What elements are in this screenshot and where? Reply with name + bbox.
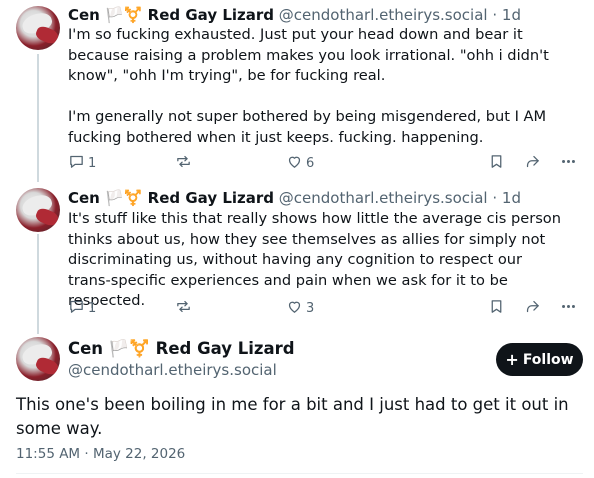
post-header: Cen 🏳️⚧️ Red Gay Lizard @cendotharl.ethe… bbox=[68, 5, 521, 25]
post-header: Cen 🏳️⚧️ Red Gay Lizard @cendotharl.ethe… bbox=[68, 188, 521, 208]
thread-line bbox=[37, 234, 39, 334]
reply-icon bbox=[68, 298, 85, 319]
main-author-name-wrap: Cen 🏳️⚧️ Red Gay Lizard bbox=[68, 338, 295, 360]
favorite-icon bbox=[286, 153, 303, 174]
author-name[interactable]: Cen 🏳️⚧️ Red Gay Lizard bbox=[68, 339, 295, 358]
post-actions: 1 6 bbox=[68, 153, 586, 173]
reply-button[interactable]: 1 bbox=[68, 298, 96, 318]
post-time[interactable]: · 1d bbox=[492, 189, 521, 207]
more-icon bbox=[560, 153, 577, 174]
post-paragraph: It's stuff like this that really shows h… bbox=[68, 210, 561, 309]
favorite-button[interactable]: 3 bbox=[286, 298, 314, 318]
reply-button[interactable]: 1 bbox=[68, 153, 96, 173]
share-button[interactable] bbox=[524, 153, 541, 173]
boost-button[interactable] bbox=[175, 153, 192, 173]
post-actions: 1 3 bbox=[68, 298, 586, 318]
boost-button[interactable] bbox=[175, 298, 192, 318]
reply-icon bbox=[68, 153, 85, 174]
bookmark-button[interactable] bbox=[488, 153, 505, 173]
author-handle[interactable]: @cendotharl.etheirys.social bbox=[68, 361, 277, 379]
post-content: I'm so fucking exhausted. Just put your … bbox=[68, 25, 586, 148]
share-button[interactable] bbox=[524, 298, 541, 318]
more-button[interactable] bbox=[560, 153, 577, 173]
favorite-button[interactable]: 6 bbox=[286, 153, 314, 173]
boost-icon bbox=[175, 298, 192, 319]
author-name[interactable]: Cen 🏳️⚧️ Red Gay Lizard bbox=[68, 189, 274, 207]
bookmark-icon bbox=[488, 298, 505, 319]
post-time[interactable]: · 1d bbox=[492, 6, 521, 24]
share-icon bbox=[524, 153, 541, 174]
author-name[interactable]: Cen 🏳️⚧️ Red Gay Lizard bbox=[68, 6, 274, 24]
favorite-count: 3 bbox=[306, 300, 315, 316]
favorite-count: 6 bbox=[306, 155, 315, 171]
follow-label: Follow bbox=[522, 351, 574, 368]
thread-line bbox=[37, 54, 39, 182]
post-content: It's stuff like this that really shows h… bbox=[68, 209, 568, 312]
post-paragraph: I'm so fucking exhausted. Just put your … bbox=[68, 26, 549, 84]
reply-count: 1 bbox=[88, 155, 97, 171]
main-author-handle-wrap: @cendotharl.etheirys.social bbox=[68, 360, 277, 380]
post-timestamp[interactable]: 11:55 AM · May 22, 2026 bbox=[16, 446, 185, 462]
reply-count: 1 bbox=[88, 300, 97, 316]
divider bbox=[16, 473, 583, 474]
favorite-icon bbox=[286, 298, 303, 319]
avatar[interactable] bbox=[16, 188, 60, 232]
author-handle[interactable]: @cendotharl.etheirys.social bbox=[279, 189, 488, 207]
post-paragraph: I'm generally not super bothered by bein… bbox=[68, 108, 547, 146]
main-post-content: This one's been boiling in me for a bit … bbox=[16, 395, 569, 438]
avatar[interactable] bbox=[16, 6, 60, 50]
avatar[interactable] bbox=[16, 337, 60, 381]
follow-button[interactable]: + Follow bbox=[496, 343, 583, 376]
more-button[interactable] bbox=[560, 298, 577, 318]
more-icon bbox=[560, 298, 577, 319]
boost-icon bbox=[175, 153, 192, 174]
author-handle[interactable]: @cendotharl.etheirys.social bbox=[279, 6, 488, 24]
share-icon bbox=[524, 298, 541, 319]
bookmark-button[interactable] bbox=[488, 298, 505, 318]
bookmark-icon bbox=[488, 153, 505, 174]
plus-icon: + bbox=[505, 349, 519, 369]
